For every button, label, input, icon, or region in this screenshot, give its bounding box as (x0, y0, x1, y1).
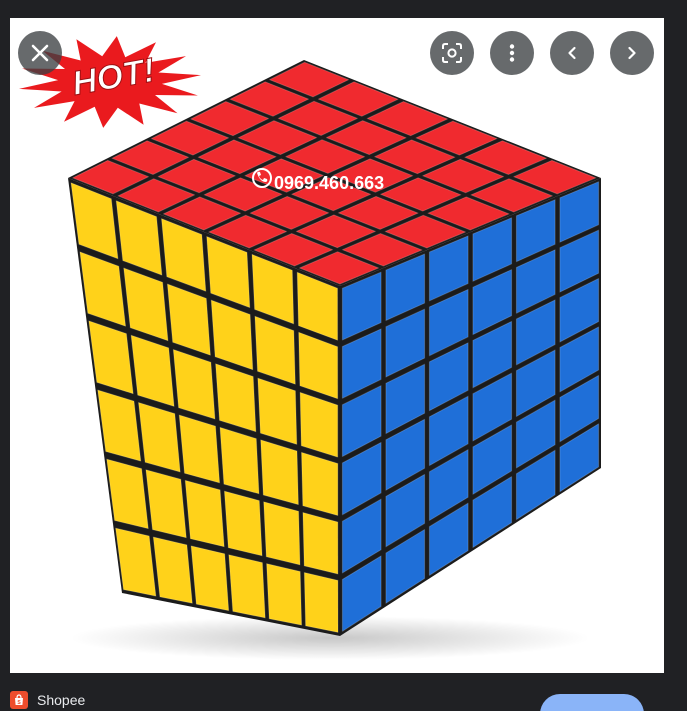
left-sticker (260, 439, 299, 506)
rubiks-cube-image: HOT! 0969.460.663 (19, 36, 601, 660)
left-sticker (145, 469, 187, 539)
left-sticker (219, 426, 260, 495)
left-sticker (228, 554, 266, 619)
close-button[interactable] (18, 31, 62, 75)
more-options-button[interactable] (490, 31, 534, 75)
left-sticker (178, 414, 221, 484)
chevron-right-icon (628, 46, 636, 60)
more-vertical-icon (509, 44, 515, 62)
next-image-button[interactable] (610, 31, 654, 75)
left-sticker (266, 563, 303, 626)
previous-image-button[interactable] (550, 31, 594, 75)
source-name[interactable]: Shopee (37, 691, 85, 709)
left-sticker (302, 512, 339, 575)
left-sticker (303, 572, 339, 633)
left-sticker (301, 451, 339, 516)
left-sticker (223, 490, 263, 557)
search-image-button[interactable] (430, 31, 474, 75)
close-icon (31, 44, 49, 62)
product-image[interactable]: HOT! 0969.460.663 (10, 18, 664, 673)
left-sticker (190, 545, 230, 612)
visit-button[interactable] (540, 694, 644, 711)
shopee-bag-icon: S (10, 691, 28, 709)
image-viewer: HOT! 0969.460.663 S Shopee (0, 0, 687, 711)
left-sticker (184, 479, 225, 548)
left-sticker (138, 402, 181, 473)
image-source[interactable]: S Shopee (10, 688, 85, 711)
left-sticker (152, 536, 193, 604)
chevron-left-icon (568, 46, 576, 60)
lens-search-icon (442, 43, 462, 63)
left-sticker (263, 501, 301, 566)
cube (68, 60, 601, 636)
watermark-text: 0969.460.663 (274, 173, 384, 193)
